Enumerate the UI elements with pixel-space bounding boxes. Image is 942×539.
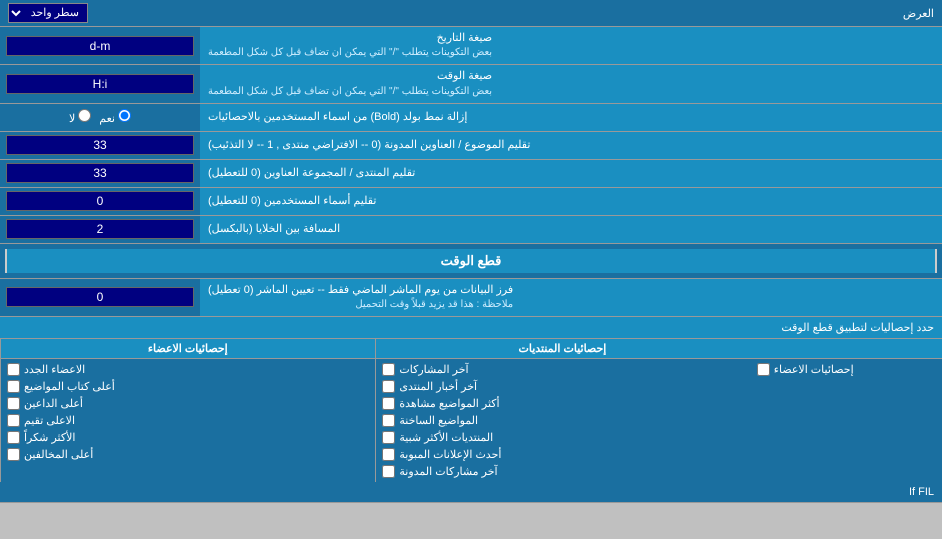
user-trim-label: تقليم أسماء المستخدمين (0 للتعطيل) [200, 188, 942, 215]
cell-spacing-row: المسافة بين الخلايا (بالبكسل) [0, 216, 942, 244]
checkbox-cols: إحصائيات الاعضاء آخر المشاركات آخر أخبار… [0, 359, 942, 482]
col2-checkbox-4[interactable] [382, 431, 395, 444]
if-fil-row: If FIL [0, 482, 942, 503]
list-item: الاعلى تقيم [5, 412, 371, 429]
col1-checkbox-3[interactable] [7, 414, 20, 427]
date-format-label: صيغة التاريخ بعض التكوينات يتطلب "/" الت… [200, 27, 942, 64]
topic-trim-input[interactable] [6, 135, 194, 155]
topic-trim-row: تقليم الموضوع / العناوين المدونة (0 -- ا… [0, 132, 942, 160]
checkbox-col-1: الاعضاء الجدد أعلى كتاب المواضيع أعلى ال… [0, 359, 375, 482]
list-item: إحصائيات الاعضاء [755, 361, 938, 378]
cutoff-days-input[interactable] [6, 287, 194, 307]
list-item: الاعضاء الجدد [5, 361, 371, 378]
checkbox-headers: إحصائيات المنتديات إحصائيات الاعضاء [0, 339, 942, 359]
cutoff-section-header: قطع الوقت [0, 244, 942, 279]
col1-checkbox-0[interactable] [7, 363, 20, 376]
time-format-input-wrapper [0, 65, 200, 102]
bold-remove-label: إزالة نمط بولد (Bold) من اسماء المستخدمي… [200, 104, 942, 131]
col2-checkbox-3[interactable] [382, 414, 395, 427]
cell-spacing-label: المسافة بين الخلايا (بالبكسل) [200, 216, 942, 243]
user-trim-input-wrapper [0, 188, 200, 215]
bold-remove-input-wrapper: نعم لا [0, 104, 200, 131]
col1-checkbox-1[interactable] [7, 380, 20, 393]
list-item: الأكثر شكراً [5, 429, 371, 446]
list-item: أعلى المخالفين [5, 446, 371, 463]
list-item: أعلى الداعين [5, 395, 371, 412]
apply-label: حدد إحصاليات لتطبيق قطع الوقت [0, 317, 942, 339]
list-item: المواضيع الساخنة [380, 412, 746, 429]
list-item: أعلى كتاب المواضيع [5, 378, 371, 395]
forum-trim-input-wrapper [0, 160, 200, 187]
cutoff-days-input-wrapper [0, 279, 200, 316]
cell-spacing-input[interactable] [6, 219, 194, 239]
user-trim-row: تقليم أسماء المستخدمين (0 للتعطيل) [0, 188, 942, 216]
list-item: المنتديات الأكثر شبية [380, 429, 746, 446]
bold-no-radio[interactable] [78, 109, 91, 122]
forum-trim-label: تقليم المنتدى / المجموعة العناوين (0 للت… [200, 160, 942, 187]
bold-yes-label: نعم [99, 109, 131, 125]
top-bar: العرض سطر واحد سطرين ثلاثة أسطر [0, 0, 942, 27]
bold-remove-row: إزالة نمط بولد (Bold) من اسماء المستخدمي… [0, 104, 942, 132]
col2-checkbox-6[interactable] [382, 465, 395, 478]
col3-checkbox-0[interactable] [757, 363, 770, 376]
cutoff-days-label: فرز البيانات من يوم الماشر الماضي فقط --… [200, 279, 942, 316]
bold-no-label: لا [69, 109, 91, 125]
col1-header: إحصائيات الاعضاء [0, 339, 375, 358]
cutoff-days-row: فرز البيانات من يوم الماشر الماضي فقط --… [0, 279, 942, 317]
date-format-row: صيغة التاريخ بعض التكوينات يتطلب "/" الت… [0, 27, 942, 65]
list-item: أحدث الإعلانات المبوبة [380, 446, 746, 463]
cell-spacing-input-wrapper [0, 216, 200, 243]
col3-header [749, 339, 942, 358]
time-format-row: صيغة الوقت بعض التكوينات يتطلب "/" التي … [0, 65, 942, 103]
top-bar-label: العرض [88, 7, 934, 20]
list-item: أكثر المواضيع مشاهدة [380, 395, 746, 412]
col1-checkbox-2[interactable] [7, 397, 20, 410]
topic-trim-input-wrapper [0, 132, 200, 159]
col2-header: إحصائيات المنتديات [375, 339, 750, 358]
cutoff-title: قطع الوقت [5, 249, 937, 273]
col2-checkbox-0[interactable] [382, 363, 395, 376]
time-format-label: صيغة الوقت بعض التكوينات يتطلب "/" التي … [200, 65, 942, 102]
topic-trim-label: تقليم الموضوع / العناوين المدونة (0 -- ا… [200, 132, 942, 159]
checkbox-col-2: آخر المشاركات آخر أخبار المنتدى أكثر الم… [375, 359, 750, 482]
bold-yes-radio[interactable] [118, 109, 131, 122]
list-item: آخر مشاركات المدونة [380, 463, 746, 480]
list-item: آخر المشاركات [380, 361, 746, 378]
list-item: آخر أخبار المنتدى [380, 378, 746, 395]
col2-checkbox-5[interactable] [382, 448, 395, 461]
forum-trim-row: تقليم المنتدى / المجموعة العناوين (0 للت… [0, 160, 942, 188]
col1-checkbox-5[interactable] [7, 448, 20, 461]
col2-checkbox-1[interactable] [382, 380, 395, 393]
col1-checkbox-4[interactable] [7, 431, 20, 444]
display-select[interactable]: سطر واحد سطرين ثلاثة أسطر [8, 3, 88, 23]
time-format-input[interactable] [6, 74, 194, 94]
checkbox-col-3: إحصائيات الاعضاء [751, 359, 942, 482]
user-trim-input[interactable] [6, 191, 194, 211]
col2-checkbox-2[interactable] [382, 397, 395, 410]
date-format-input-wrapper [0, 27, 200, 64]
date-format-input[interactable] [6, 36, 194, 56]
forum-trim-input[interactable] [6, 163, 194, 183]
